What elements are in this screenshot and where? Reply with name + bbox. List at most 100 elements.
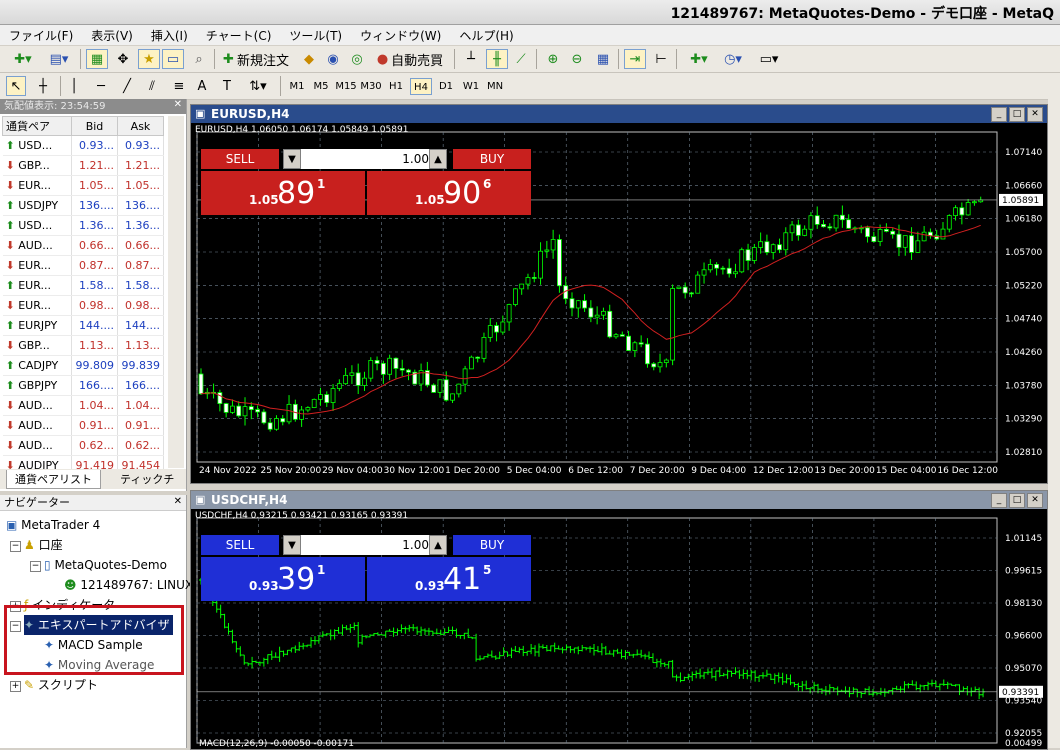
symbol-cell[interactable]: ⬇ GBP... [2, 335, 72, 356]
table-row[interactable]: ⬇ AUD... 0.62... 0.62... [2, 435, 164, 456]
bid-cell[interactable]: 0.62... [71, 435, 118, 456]
nav-scripts[interactable]: ✎ スクリプト [24, 675, 98, 695]
symbol-cell[interactable]: ⬇ EUR... [2, 255, 72, 276]
symbol-cell[interactable]: ⬆ EUR... [2, 275, 72, 296]
templates-icon[interactable]: ▭▾ [752, 49, 786, 69]
bar-chart-icon[interactable]: ┴ [460, 49, 482, 69]
text-label-icon[interactable]: T [216, 76, 238, 96]
close-icon[interactable]: ✕ [1027, 493, 1043, 508]
bid-cell[interactable]: 0.66... [71, 235, 118, 256]
bid-cell[interactable]: 1.05... [71, 175, 118, 196]
tab-ticks[interactable]: ティックチ [112, 470, 182, 488]
indicators-icon[interactable]: ✚▾ [682, 49, 716, 69]
sell-button[interactable]: SELL [201, 535, 279, 555]
table-row[interactable]: ⬇ AUD... 0.66... 0.66... [2, 235, 164, 256]
ask-cell[interactable]: 1.05... [117, 175, 164, 196]
symbol-cell[interactable]: ⬆ GBPJPY [2, 375, 72, 396]
table-row[interactable]: ⬆ CADJPY 99.809 99.839 [2, 355, 164, 376]
menu-window[interactable]: ウィンドウ(W) [351, 25, 450, 44]
tab-symbols[interactable]: 通貨ペアリスト [6, 470, 101, 489]
market-watch-scrollbar[interactable] [168, 116, 184, 468]
maximize-icon[interactable]: □ [1009, 493, 1025, 508]
nav-account[interactable]: ☻ 121489767: LINUX [64, 575, 193, 595]
symbol-cell[interactable]: ⬇ EUR... [2, 175, 72, 196]
bid-cell[interactable]: 0.93... [71, 135, 118, 156]
table-row[interactable]: ⬇ EUR... 0.87... 0.87... [2, 255, 164, 276]
chart-window-usdchf[interactable]: USDCHF,H4 ▣ _ □ ✕ 1.01145 0.99615 0.98130 0.9… [190, 490, 1048, 750]
arrows-icon[interactable]: ⇅▾ [242, 76, 274, 96]
ask-cell[interactable]: 0.93... [117, 135, 164, 156]
ask-cell[interactable]: 1.21... [117, 155, 164, 176]
nav-server[interactable]: ▯ MetaQuotes-Demo [44, 555, 167, 575]
symbol-cell[interactable]: ⬆ EURJPY [2, 315, 72, 336]
column-bid[interactable]: Bid [71, 116, 118, 136]
bid-cell[interactable]: 1.04... [71, 395, 118, 416]
bid-cell[interactable]: 1.36... [71, 215, 118, 236]
bid-cell[interactable]: 0.87... [71, 255, 118, 276]
horizontal-line-icon[interactable]: ─ [90, 76, 112, 96]
bid-cell[interactable]: 99.809 [71, 355, 118, 376]
ask-cell[interactable]: 0.66... [117, 235, 164, 256]
sell-price[interactable]: 0.93 39 1 [201, 557, 365, 601]
symbol-cell[interactable]: ⬆ USDJPY [2, 195, 72, 216]
symbol-cell[interactable]: ⬇ GBP... [2, 155, 72, 176]
new-order-button[interactable]: ✚ 新規注文 [220, 49, 292, 69]
bid-cell[interactable]: 1.58... [71, 275, 118, 296]
signals-icon[interactable]: ◎ [346, 49, 368, 69]
ask-cell[interactable]: 1.36... [117, 215, 164, 236]
trendline-icon[interactable]: ╱ [116, 76, 138, 96]
table-row[interactable]: ⬆ USD... 0.93... 0.93... [2, 135, 164, 156]
timeframe-m15[interactable]: M15 [335, 78, 357, 95]
symbol-cell[interactable]: ⬆ USD... [2, 215, 72, 236]
auto-scroll-icon[interactable]: ⇥ [624, 49, 646, 69]
lot-increase-icon[interactable]: ▲ [429, 149, 447, 169]
menu-insert[interactable]: 挿入(I) [142, 25, 197, 44]
menu-chart[interactable]: チャート(C) [197, 25, 281, 44]
timeframe-d1[interactable]: D1 [435, 78, 457, 95]
new-chart-icon[interactable]: ✚▾ [6, 49, 40, 69]
bid-cell[interactable]: 136.... [71, 195, 118, 216]
zoom-in-icon[interactable]: ⊕ [542, 49, 564, 69]
cursor-icon[interactable]: ↖ [6, 76, 26, 96]
ask-cell[interactable]: 0.62... [117, 435, 164, 456]
table-row[interactable]: ⬆ GBPJPY 166.... 166.... [2, 375, 164, 396]
periods-icon[interactable]: ◷▾ [718, 49, 748, 69]
symbol-cell[interactable]: ⬇ AUD... [2, 235, 72, 256]
table-row[interactable]: ⬇ AUD... 0.91... 0.91... [2, 415, 164, 436]
candlestick-chart-icon[interactable]: ╫ [486, 49, 508, 69]
table-row[interactable]: ⬆ EURJPY 144.... 144.... [2, 315, 164, 336]
menu-file[interactable]: ファイル(F) [0, 25, 82, 44]
symbol-cell[interactable]: ⬇ AUD... [2, 415, 72, 436]
bid-cell[interactable]: 144.... [71, 315, 118, 336]
lot-decrease-icon[interactable]: ▼ [283, 149, 301, 169]
buy-price[interactable]: 0.93 41 5 [367, 557, 531, 601]
vertical-line-icon[interactable]: │ [64, 76, 84, 96]
column-ask[interactable]: Ask [117, 116, 164, 136]
data-window-icon[interactable]: ✥ [112, 49, 134, 69]
bid-cell[interactable]: 0.91... [71, 415, 118, 436]
table-row[interactable]: ⬇ EUR... 1.05... 1.05... [2, 175, 164, 196]
bid-cell[interactable]: 0.98... [71, 295, 118, 316]
main-scrollbar[interactable] [1048, 99, 1060, 748]
table-row[interactable]: ⬇ EUR... 0.98... 0.98... [2, 295, 164, 316]
bid-cell[interactable]: 1.13... [71, 335, 118, 356]
lot-decrease-icon[interactable]: ▼ [283, 535, 301, 555]
auto-trading-button[interactable]: ● 自動売買 [372, 49, 448, 69]
symbol-cell[interactable]: ⬇ AUD... [2, 395, 72, 416]
timeframe-m5[interactable]: M5 [310, 78, 332, 95]
table-row[interactable]: ⬇ AUD... 1.04... 1.04... [2, 395, 164, 416]
menu-view[interactable]: 表示(V) [82, 25, 142, 44]
community-icon[interactable]: ◉ [322, 49, 344, 69]
profiles-icon[interactable]: ▤▾ [44, 49, 74, 69]
close-icon[interactable]: ✕ [1027, 107, 1043, 122]
ask-cell[interactable]: 0.98... [117, 295, 164, 316]
ask-cell[interactable]: 1.58... [117, 275, 164, 296]
sell-button[interactable]: SELL [201, 149, 279, 169]
strategy-tester-icon[interactable]: ⌕ [188, 49, 210, 69]
terminal-toggle-icon[interactable]: ▭ [162, 49, 184, 69]
bid-cell[interactable]: 166.... [71, 375, 118, 396]
timeframe-h4[interactable]: H4 [410, 78, 432, 95]
crosshair-icon[interactable]: ┼ [32, 76, 54, 96]
ask-cell[interactable]: 99.839 [117, 355, 164, 376]
fibonacci-icon[interactable]: ≡ [168, 76, 190, 96]
